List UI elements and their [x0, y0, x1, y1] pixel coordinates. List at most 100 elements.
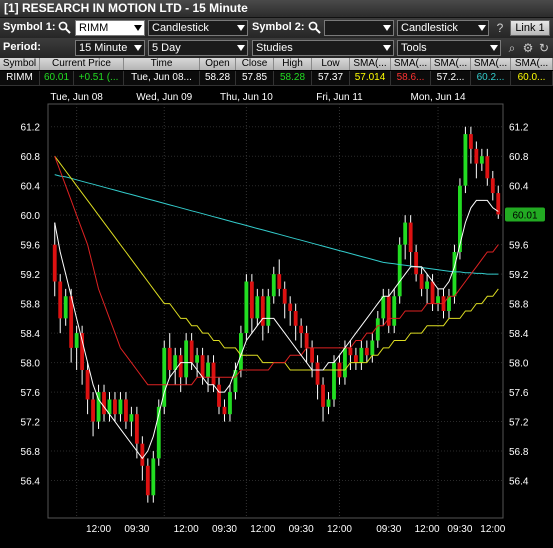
- date-label: Wed, Jun 09: [136, 92, 192, 103]
- header-sma-1[interactable]: SMA(...: [350, 58, 391, 70]
- header-open[interactable]: Open: [200, 58, 236, 70]
- symbol2-label: Symbol 2:: [252, 21, 305, 33]
- settings-icon[interactable]: ⚙: [520, 40, 536, 56]
- refresh-icon[interactable]: ↻: [536, 40, 552, 56]
- candle-down: [85, 369, 90, 400]
- y-tick-label-right: 60.4: [509, 182, 529, 193]
- time-label: 09:30: [212, 524, 237, 535]
- date-label: Fri, Jun 11: [316, 92, 363, 103]
- candle-down: [200, 355, 205, 378]
- header-sma-3[interactable]: SMA(...: [431, 58, 471, 70]
- cell-sma-5: 60.0...: [511, 71, 553, 85]
- y-tick-label-left: 60.8: [21, 152, 41, 163]
- quote-table-row[interactable]: RIMM 60.01 +0.51 (... Tue, Jun 08... 58.…: [0, 71, 553, 86]
- time-label: 12:00: [86, 524, 111, 535]
- candle-down: [310, 347, 315, 363]
- y-tick-label-left: 58.8: [21, 300, 41, 311]
- candle-down: [348, 347, 353, 356]
- y-tick-label-left: 59.2: [21, 270, 41, 281]
- y-tick-label-left: 58.0: [21, 359, 41, 370]
- candlestick-chart[interactable]: 61.261.260.860.860.460.460.060.059.659.6…: [0, 86, 553, 545]
- candle-down: [58, 281, 63, 319]
- candle-down: [167, 347, 172, 370]
- chart-style1-select[interactable]: Candlestick: [148, 20, 248, 36]
- studies-select[interactable]: Studies: [252, 40, 394, 56]
- candle-up: [463, 134, 468, 186]
- title-bar: [1] RESEARCH IN MOTION LTD - 15 Minute: [0, 0, 553, 18]
- window-title: [1] RESEARCH IN MOTION LTD - 15 Minute: [4, 1, 248, 15]
- candle-up: [244, 281, 249, 334]
- candle-up: [403, 222, 408, 245]
- range-select[interactable]: 5 Day: [148, 40, 248, 56]
- time-label: 09:30: [376, 524, 401, 535]
- cell-sma-3: 57.2...: [431, 71, 471, 85]
- chevron-down-icon: [134, 45, 142, 51]
- y-tick-label-right: 59.6: [509, 241, 529, 252]
- cell-high: 58.28: [274, 71, 312, 85]
- candle-down: [386, 296, 391, 326]
- search-icon[interactable]: [58, 21, 71, 34]
- candle-down: [468, 134, 473, 149]
- header-sma-4[interactable]: SMA(...: [471, 58, 511, 70]
- y-tick-label-left: 60.4: [21, 182, 41, 193]
- header-close[interactable]: Close: [236, 58, 274, 70]
- period-select[interactable]: 15 Minute: [75, 40, 145, 56]
- header-low[interactable]: Low: [312, 58, 350, 70]
- candle-down: [353, 355, 358, 363]
- y-tick-label-right: 57.6: [509, 388, 529, 399]
- date-label: Mon, Jun 14: [411, 92, 466, 103]
- candle-up: [255, 296, 260, 319]
- candle-up: [397, 244, 402, 297]
- symbol1-input[interactable]: RIMM: [75, 20, 145, 36]
- y-tick-label-right: 58.4: [509, 329, 529, 340]
- zoom-icon[interactable]: ⌕: [504, 40, 520, 56]
- candle-up: [343, 347, 347, 378]
- search-icon[interactable]: [308, 21, 321, 34]
- candle-up: [425, 281, 429, 289]
- chart-style2-select[interactable]: Candlestick: [397, 20, 489, 36]
- candle-up: [206, 362, 210, 378]
- time-label: 12:00: [327, 524, 352, 535]
- y-tick-label-left: 59.6: [21, 241, 41, 252]
- candle-up: [370, 340, 375, 356]
- candle-down: [414, 252, 419, 275]
- header-high[interactable]: High: [274, 58, 312, 70]
- tools-select[interactable]: Tools: [397, 40, 501, 56]
- candle-up: [479, 156, 484, 164]
- price-chart-area[interactable]: 61.261.260.860.860.460.460.060.059.659.6…: [0, 86, 553, 545]
- header-time[interactable]: Time: [124, 58, 200, 70]
- candle-down: [282, 288, 287, 304]
- candle-up: [228, 392, 232, 415]
- y-tick-label-left: 57.6: [21, 388, 41, 399]
- candle-up: [326, 399, 331, 407]
- header-symbol[interactable]: Symbol: [0, 58, 40, 70]
- candle-down: [304, 333, 309, 348]
- y-tick-label-left: 58.4: [21, 329, 41, 340]
- candle-down: [485, 156, 490, 179]
- candle-up: [392, 296, 397, 326]
- y-tick-label-right: 56.4: [509, 477, 529, 488]
- candle-up: [129, 414, 134, 422]
- header-sma-2[interactable]: SMA(...: [391, 58, 431, 70]
- cell-symbol: RIMM: [0, 71, 40, 85]
- link-button[interactable]: Link 1: [510, 20, 550, 36]
- chevron-down-icon: [134, 25, 142, 31]
- chevron-down-icon: [383, 45, 391, 51]
- last-price-label: 60.01: [512, 210, 537, 221]
- time-label: 12:00: [415, 524, 440, 535]
- help-icon[interactable]: ?: [492, 20, 508, 36]
- candle-down: [134, 414, 139, 444]
- header-current-price[interactable]: Current Price: [40, 58, 124, 70]
- candle-down: [408, 222, 413, 253]
- candle-down: [474, 148, 479, 164]
- symbol2-input[interactable]: [324, 20, 394, 36]
- candle-down: [364, 347, 369, 356]
- candle-down: [249, 281, 254, 319]
- toolbar-row-1: Symbol 1: RIMM Candlestick Symbol 2: Can…: [0, 18, 553, 39]
- quote-table-header: Symbol Current Price Time Open Close Hig…: [0, 58, 553, 70]
- time-label: 09:30: [124, 524, 149, 535]
- y-tick-label-right: 58.8: [509, 300, 529, 311]
- cell-change: +0.51 (...: [74, 71, 124, 85]
- candle-down: [419, 274, 424, 289]
- header-sma-5[interactable]: SMA(...: [511, 58, 553, 70]
